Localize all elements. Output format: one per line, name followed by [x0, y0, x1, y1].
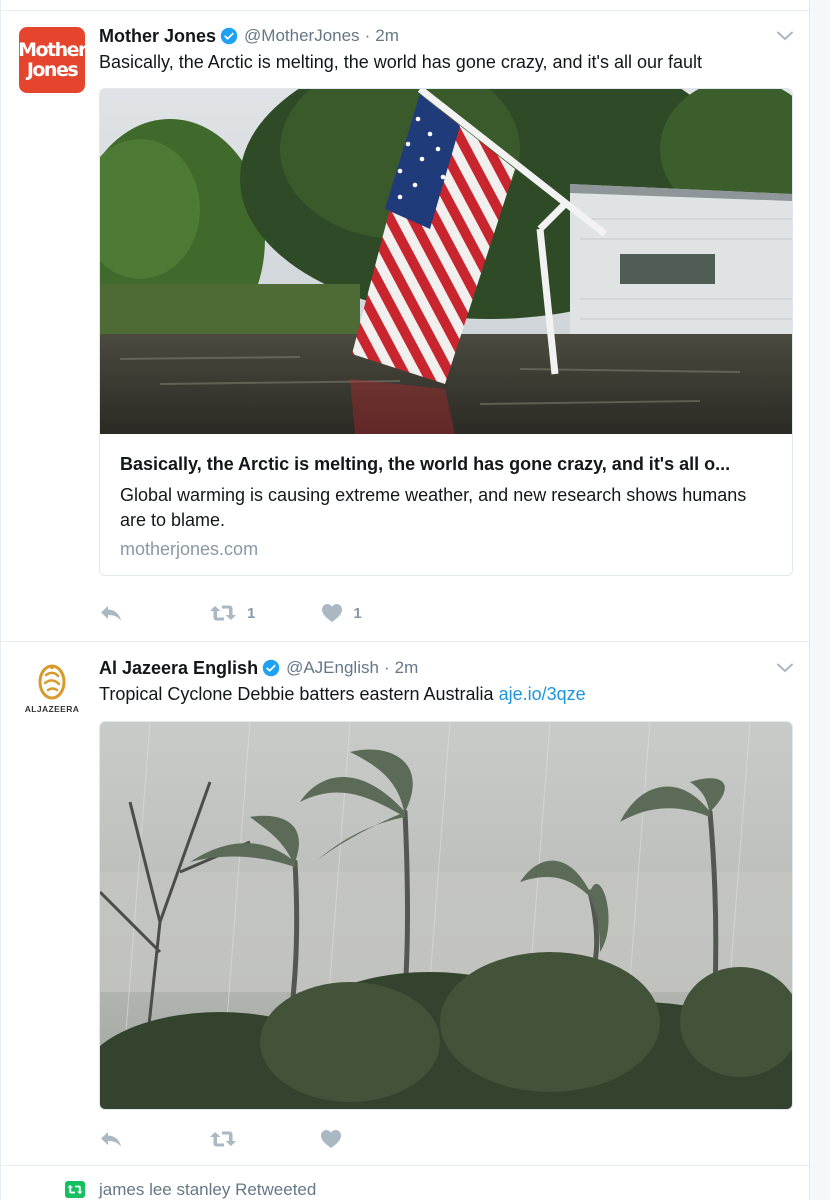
- link-card[interactable]: Basically, the Arctic is melting, the wo…: [99, 88, 793, 576]
- retweet-icon: [210, 1131, 236, 1147]
- tweet-text: Tropical Cyclone Debbie batters eastern …: [99, 684, 586, 705]
- card-title[interactable]: Basically, the Arctic is melting, the wo…: [120, 454, 775, 475]
- timeline-right-gutter: [809, 0, 830, 1200]
- retweet-count: 1: [247, 604, 256, 622]
- separator-dot: ·: [383, 658, 390, 677]
- avatar-logo-line-1: Mother: [19, 39, 85, 61]
- retweet-button[interactable]: [209, 1130, 237, 1148]
- reply-icon: [101, 606, 121, 621]
- like-button[interactable]: [320, 1129, 342, 1149]
- retweet-button[interactable]: 1: [209, 604, 255, 622]
- chevron-down-icon[interactable]: [777, 31, 793, 41]
- al-jazeera-logo-icon: [38, 664, 66, 700]
- heart-icon: [322, 604, 343, 622]
- tweet-timestamp[interactable]: 2m: [375, 26, 399, 46]
- flooded-house-american-flag-photo: [100, 89, 792, 434]
- retweet-badge-icon: [65, 1181, 85, 1198]
- card-description: Global warming is causing extreme weathe…: [120, 485, 747, 530]
- retweet-notice-row: james lee stanley Retweeted: [0, 1167, 809, 1200]
- tweet-al-jazeera[interactable]: ALJAZEERA Al Jazeera English @AJEnglish …: [0, 643, 809, 1166]
- tweet-text: Basically, the Arctic is melting, the wo…: [99, 52, 703, 72]
- card-domain: motherjones.com: [120, 539, 259, 559]
- retweet-notice[interactable]: james lee stanley Retweeted: [99, 1180, 316, 1200]
- reply-icon: [101, 1132, 121, 1147]
- cyclone-palm-trees-photo: [100, 722, 792, 1109]
- chevron-down-icon[interactable]: [777, 663, 793, 673]
- like-count: 1: [353, 604, 362, 622]
- avatar-mother-jones[interactable]: Mother Jones: [19, 27, 85, 93]
- tweet-header: Mother Jones @MotherJones · 2m: [99, 25, 399, 47]
- tweet-actions: [99, 1127, 342, 1151]
- verified-badge-icon: [220, 27, 238, 45]
- tweet-mother-jones[interactable]: Mother Jones Mother Jones @MotherJones ·…: [0, 11, 809, 642]
- avatar-wordmark: ALJAZEERA: [24, 704, 80, 714]
- verified-badge-icon: [262, 659, 280, 677]
- like-button[interactable]: 1: [321, 603, 362, 623]
- tweet-text-body: Tropical Cyclone Debbie batters eastern …: [99, 684, 494, 704]
- avatar-al-jazeera[interactable]: ALJAZEERA: [19, 659, 85, 725]
- tweet-link[interactable]: aje.io/3qze: [499, 684, 586, 704]
- tweet-actions: 1 1: [99, 601, 362, 625]
- avatar-logo-line-2: Jones: [26, 59, 79, 81]
- author-handle[interactable]: @AJEnglish: [286, 658, 379, 678]
- tweet-timestamp[interactable]: 2m: [395, 658, 419, 678]
- reply-button[interactable]: [99, 1130, 123, 1148]
- separator-dot: ·: [364, 26, 371, 45]
- retweet-icon: [210, 605, 236, 621]
- author-handle[interactable]: @MotherJones: [244, 26, 360, 46]
- tweet-header: Al Jazeera English @AJEnglish · 2m: [99, 657, 418, 679]
- heart-icon: [321, 1130, 341, 1148]
- author-name[interactable]: Mother Jones: [99, 26, 216, 47]
- author-name[interactable]: Al Jazeera English: [99, 658, 258, 679]
- reply-button[interactable]: [99, 604, 123, 622]
- tweet-photo[interactable]: [99, 721, 793, 1110]
